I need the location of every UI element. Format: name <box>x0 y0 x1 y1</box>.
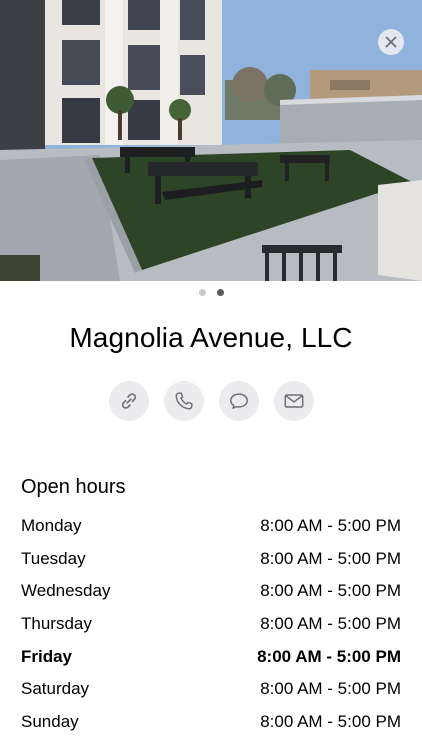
day-label: Tuesday <box>21 548 86 568</box>
time-range: 8:00 AM - 5:00 PM <box>260 581 401 601</box>
page-dot-1[interactable] <box>198 289 206 296</box>
page-dot-2[interactable] <box>216 289 224 296</box>
message-button[interactable] <box>218 381 259 421</box>
time-range: 8:00 AM - 5:00 PM <box>257 646 401 666</box>
day-label: Sunday <box>21 711 79 731</box>
phone-button[interactable] <box>163 381 204 421</box>
hours-row-sunday: Sunday 8:00 AM - 5:00 PM <box>21 706 401 739</box>
link-button[interactable] <box>108 381 149 421</box>
hours-row-wednesday: Wednesday 8:00 AM - 5:00 PM <box>21 575 401 608</box>
time-range: 8:00 AM - 5:00 PM <box>260 548 401 568</box>
phone-icon <box>174 392 193 410</box>
time-range: 8:00 AM - 5:00 PM <box>260 516 401 536</box>
close-button[interactable] <box>378 29 404 55</box>
hours-list: Monday 8:00 AM - 5:00 PM Tuesday 8:00 AM… <box>21 510 401 738</box>
time-range: 8:00 AM - 5:00 PM <box>260 711 401 731</box>
time-range: 8:00 AM - 5:00 PM <box>260 679 401 699</box>
day-label: Monday <box>21 516 82 536</box>
close-icon <box>385 36 397 48</box>
email-button[interactable] <box>273 381 314 421</box>
hours-row-saturday: Saturday 8:00 AM - 5:00 PM <box>21 673 401 706</box>
mail-icon <box>284 394 303 408</box>
page-indicator[interactable] <box>0 289 422 296</box>
hours-row-tuesday: Tuesday 8:00 AM - 5:00 PM <box>21 543 401 576</box>
day-label: Wednesday <box>21 581 111 601</box>
link-icon <box>121 393 136 409</box>
day-label: Thursday <box>21 614 92 634</box>
business-title: Magnolia Avenue, LLC <box>69 322 353 353</box>
message-icon <box>229 393 248 409</box>
time-range: 8:00 AM - 5:00 PM <box>260 614 401 634</box>
day-label: Saturday <box>21 679 90 699</box>
contact-actions <box>0 381 422 421</box>
hours-row-monday: Monday 8:00 AM - 5:00 PM <box>21 510 401 543</box>
day-label: Friday <box>21 646 73 666</box>
hours-row-thursday: Thursday 8:00 AM - 5:00 PM <box>21 608 401 641</box>
open-hours-heading: Open hours <box>21 476 126 498</box>
hours-row-friday: Friday 8:00 AM - 5:00 PM <box>21 640 401 673</box>
courtyard-image <box>0 0 422 281</box>
hero-photo[interactable] <box>0 0 422 281</box>
